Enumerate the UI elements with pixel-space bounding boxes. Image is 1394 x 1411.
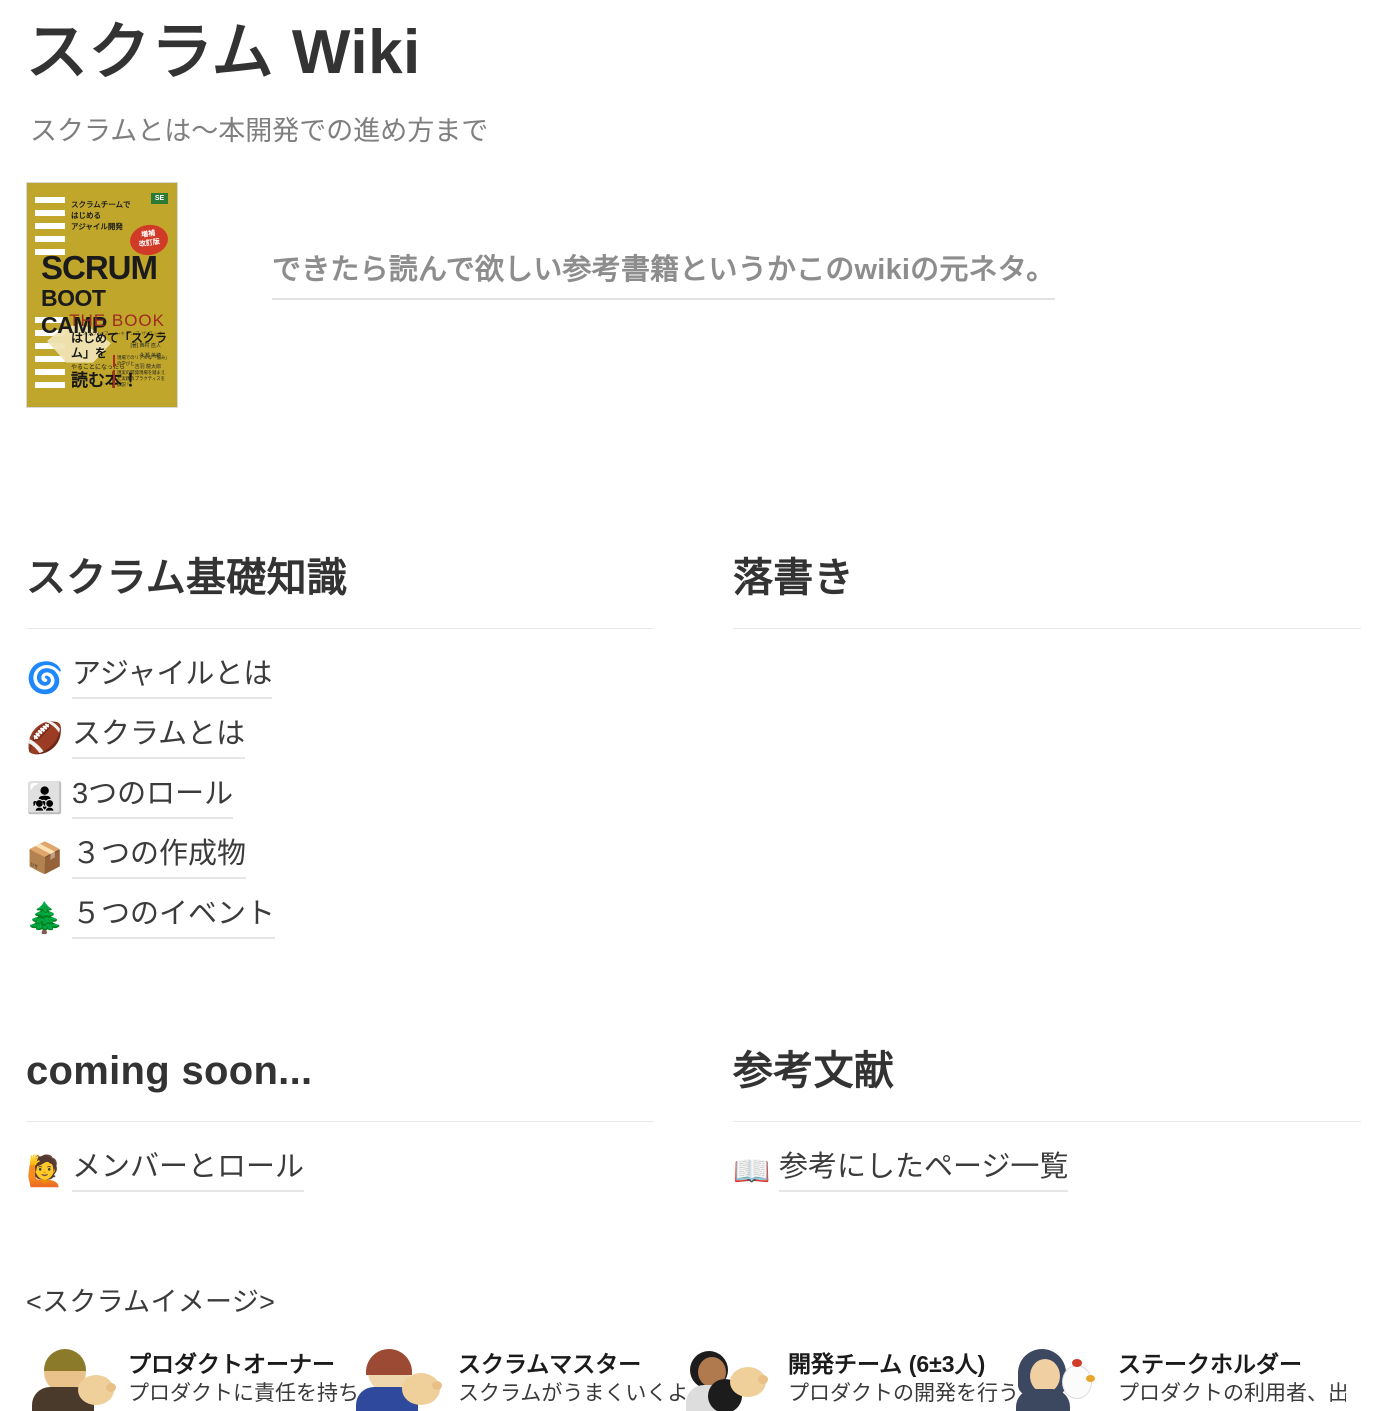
raising-hand-icon: 🙋 xyxy=(26,1153,64,1189)
page-subtitle: スクラムとは〜本開発での進め方まで xyxy=(30,115,489,146)
football-icon: 🏈 xyxy=(26,720,64,756)
persona-name: スクラムマスター xyxy=(458,1350,642,1377)
link-members-and-roles[interactable]: メンバーとロール xyxy=(72,1151,305,1192)
section-body-scrum-basics: 🌀 アジャイルとは 🏈 スクラムとは 👨‍👧‍👦 3つのロール 📦 ３つの作成物 xyxy=(26,649,654,949)
list-item[interactable]: 📖 参考にしたページ一覧 xyxy=(733,1142,1361,1202)
book-publisher-logo: SE xyxy=(151,192,168,204)
section-row-top: スクラム基礎知識 🌀 アジャイルとは 🏈 スクラムとは 👨‍👧‍👦 3つのロール xyxy=(26,552,1368,949)
section-title-coming-soon: coming soon... xyxy=(26,1048,313,1093)
family-icon: 👨‍👧‍👦 xyxy=(26,780,64,816)
section-references: 参考文献 📖 参考にしたページ一覧 xyxy=(733,1045,1361,1202)
section-body-scribbles xyxy=(733,649,1361,659)
book-cover-title-main: SCRUM xyxy=(41,248,158,286)
link-list-references: 📖 参考にしたページ一覧 xyxy=(733,1142,1361,1202)
scrum-master-avatar-icon xyxy=(356,1348,452,1411)
section-body-coming-soon: 🙋 メンバーとロール xyxy=(26,1142,654,1202)
spiral-icon: 🌀 xyxy=(26,660,64,696)
link-five-events[interactable]: ５つのイベント xyxy=(72,898,276,939)
section-divider xyxy=(26,1120,654,1122)
book-caption: できたら読んで欲しい参考書籍というかこのwikiの元ネタ。 xyxy=(272,246,1056,300)
list-item[interactable]: 📦 ３つの作成物 xyxy=(26,829,654,889)
list-item[interactable]: 🌀 アジャイルとは xyxy=(26,649,654,709)
product-owner-avatar-icon xyxy=(26,1348,122,1411)
wiki-page: スクラム Wiki スクラムとは〜本開発での進め方まで SE スクラムチームで … xyxy=(0,0,1394,1411)
link-scrum-towa[interactable]: スクラムとは xyxy=(72,718,246,759)
persona-desc: プロダクトの開発を行う。 xyxy=(788,1382,1016,1406)
persona-name: ステークホルダー xyxy=(1118,1350,1302,1377)
link-reference-pages[interactable]: 参考にしたページ一覧 xyxy=(779,1151,1069,1192)
development-team-avatar-icon xyxy=(686,1349,782,1411)
section-divider xyxy=(733,627,1361,629)
list-item[interactable]: 🏈 スクラムとは xyxy=(26,709,654,769)
persona-text: 開発チーム (6±3人) プロダクトの開発を行う。 xyxy=(788,1349,1016,1407)
book-cover-bullet: 現場でのリアルな「悩み」の学びと xyxy=(113,354,169,367)
book-cover-title-the-book: THE BOOK xyxy=(69,310,165,330)
link-agile-towa[interactable]: アジャイルとは xyxy=(72,658,273,699)
section-title-references: 参考文献 xyxy=(733,1048,895,1093)
persona-desc: プロダクトの利用者、出資者、 xyxy=(1118,1382,1346,1406)
evergreen-tree-icon: 🌲 xyxy=(26,900,64,936)
persona-scrum-master: スクラムマスター スクラムがうまくいくよう xyxy=(356,1348,686,1411)
persona-name: プロダクトオーナー xyxy=(128,1350,335,1377)
section-title-scribbles: 落書き xyxy=(733,555,854,600)
section-scrum-basics: スクラム基礎知識 🌀 アジャイルとは 🏈 スクラムとは 👨‍👧‍👦 3つのロール xyxy=(26,552,654,949)
link-list-scrum-basics: 🌀 アジャイルとは 🏈 スクラムとは 👨‍👧‍👦 3つのロール 📦 ３つの作成物 xyxy=(26,649,654,949)
persona-desc: スクラムがうまくいくよう xyxy=(458,1382,686,1406)
persona-desc: プロダクトに責任を持ち、 xyxy=(128,1382,356,1406)
section-row-bottom: coming soon... 🙋 メンバーとロール 参考文献 📖 参考にしたペー… xyxy=(26,1045,1368,1202)
link-list-coming-soon: 🙋 メンバーとロール xyxy=(26,1142,654,1202)
persona-product-owner: プロダクトオーナー プロダクトに責任を持ち、 xyxy=(26,1348,356,1411)
section-title-scrum-basics: スクラム基礎知識 xyxy=(26,555,348,600)
section-scribbles: 落書き xyxy=(733,552,1361,949)
link-three-roles[interactable]: 3つのロール xyxy=(72,778,234,819)
scrum-image-label: <スクラムイメージ> xyxy=(26,1286,276,1317)
persona-text: プロダクトオーナー プロダクトに責任を持ち、 xyxy=(128,1349,356,1407)
list-item[interactable]: 👨‍👧‍👦 3つのロール xyxy=(26,769,654,829)
section-coming-soon: coming soon... 🙋 メンバーとロール xyxy=(26,1045,654,1202)
persona-text: ステークホルダー プロダクトの利用者、出資者、 xyxy=(1118,1349,1346,1407)
persona-development-team: 開発チーム (6±3人) プロダクトの開発を行う。 xyxy=(686,1349,1016,1411)
open-book-icon: 📖 xyxy=(733,1153,771,1189)
list-item[interactable]: 🙋 メンバーとロール xyxy=(26,1142,654,1202)
book-cover-top-text: スクラムチームで はじめる アジャイル開発 xyxy=(71,199,131,232)
scrum-image-section: <スクラムイメージ> プロダクトオーナー プロダクトに責任を持ち、 スクラムマス… xyxy=(26,1280,1368,1411)
section-body-references: 📖 参考にしたページ一覧 xyxy=(733,1142,1361,1202)
section-divider xyxy=(26,627,654,629)
section-divider xyxy=(733,1120,1361,1122)
book-cover-inner: SE スクラムチームで はじめる アジャイル開発 増補 改訂版 SCRUM BO… xyxy=(31,186,173,403)
list-item[interactable]: 🌲 ５つのイベント xyxy=(26,889,654,949)
link-three-artifacts[interactable]: ３つの作成物 xyxy=(72,838,247,879)
stakeholder-avatar-icon xyxy=(1016,1348,1112,1411)
book-cover-bullets: 現場でのリアルな「悩み」の学びと 現実の開発現場を踏まえた実践のプラクティスを詳… xyxy=(113,354,169,391)
book-cover-image[interactable]: SE スクラムチームで はじめる アジャイル開発 増補 改訂版 SCRUM BO… xyxy=(26,181,178,408)
book-cover-bullet: 現実の開発現場を踏まえた実践のプラクティスを詳説！ xyxy=(113,369,169,388)
page-title: スクラム Wiki xyxy=(26,18,421,87)
persona-stakeholder: ステークホルダー プロダクトの利用者、出資者、 xyxy=(1016,1348,1346,1411)
persona-row: プロダクトオーナー プロダクトに責任を持ち、 スクラムマスター スクラムがうまく… xyxy=(26,1348,1368,1411)
persona-text: スクラムマスター スクラムがうまくいくよう xyxy=(458,1349,686,1407)
package-icon: 📦 xyxy=(26,840,64,876)
book-block: SE スクラムチームで はじめる アジャイル開発 増補 改訂版 SCRUM BO… xyxy=(26,181,1368,542)
persona-name: 開発チーム (6±3人) xyxy=(788,1350,986,1377)
